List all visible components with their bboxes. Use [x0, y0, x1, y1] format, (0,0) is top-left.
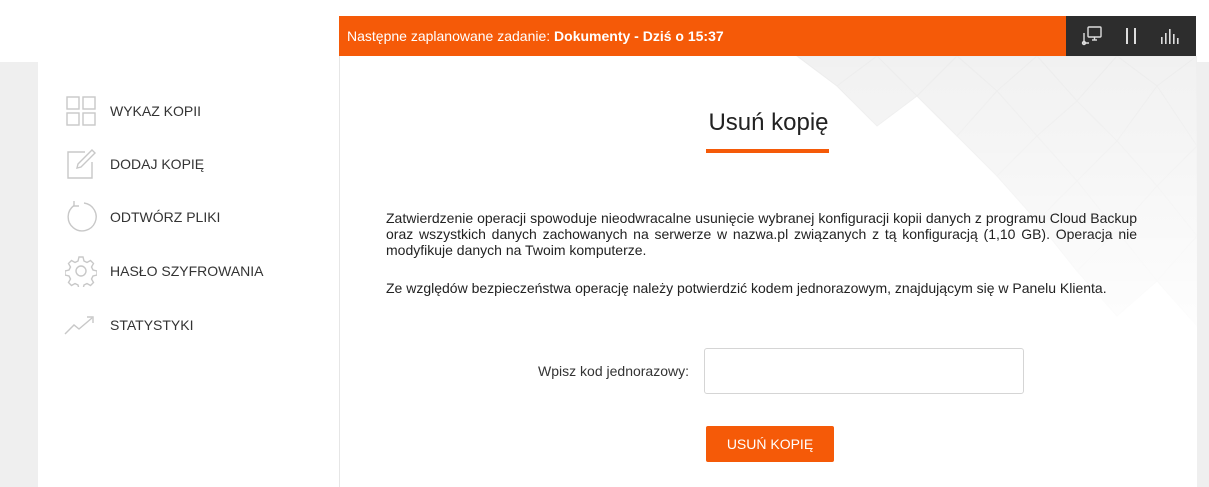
grid-icon — [64, 94, 98, 128]
edit-icon — [64, 147, 98, 181]
title-underline — [706, 149, 829, 153]
sidebar-item-label: STATYSTYKI — [110, 317, 194, 333]
trend-icon — [64, 308, 98, 342]
sidebar-item-label: WYKAZ KOPII — [110, 103, 202, 119]
gear-icon — [64, 254, 98, 288]
sidebar-item-backup-list[interactable]: WYKAZ KOPII — [64, 94, 201, 128]
next-task-message: Następne zaplanowane zadanie: Dokumenty … — [339, 28, 1066, 44]
security-paragraph: Ze względów bezpieczeństwa operację nale… — [386, 280, 1107, 296]
code-row: Wpisz kod jednorazowy: — [340, 348, 1197, 396]
sidebar-item-restore-files[interactable]: ODTWÓRZ PLIKI — [64, 200, 220, 234]
code-label: Wpisz kod jednorazowy: — [538, 363, 689, 379]
sidebar-item-add-backup[interactable]: DODAJ KOPIĘ — [64, 147, 204, 181]
next-task-prefix: Następne zaplanowane zadanie: — [347, 28, 555, 44]
next-task-name: Dokumenty - Dziś o 15:37 — [554, 28, 724, 44]
network-computer-icon[interactable] — [1079, 23, 1105, 49]
toolbar — [1066, 16, 1196, 56]
right-background-band — [1196, 62, 1209, 487]
main-panel: Usuń kopię Zatwierdzenie operacji spowod… — [339, 56, 1197, 487]
sidebar-item-label: ODTWÓRZ PLIKI — [110, 209, 221, 225]
sidebar-item-label: HASŁO SZYFROWANIA — [110, 263, 264, 279]
sidebar: WYKAZ KOPII DODAJ KOPIĘ ODTWÓRZ PLIKI HA… — [38, 62, 338, 487]
bar-chart-icon[interactable] — [1157, 23, 1183, 49]
background-pattern — [677, 56, 1197, 356]
left-background-band — [0, 62, 39, 487]
page-title: Usuń kopię — [708, 109, 829, 136]
pause-icon[interactable] — [1118, 23, 1144, 49]
sidebar-item-label: DODAJ KOPIĘ — [110, 156, 205, 172]
sidebar-item-encryption-password[interactable]: HASŁO SZYFROWANIA — [64, 254, 264, 288]
restore-icon — [64, 200, 98, 234]
status-bar: Następne zaplanowane zadanie: Dokumenty … — [339, 16, 1196, 56]
sidebar-item-statistics[interactable]: STATYSTYKI — [64, 308, 194, 342]
warning-paragraph: Zatwierdzenie operacji spowoduje nieodwr… — [386, 210, 1137, 258]
delete-backup-button[interactable]: USUŃ KOPIĘ — [706, 426, 834, 462]
one-time-code-input[interactable] — [704, 348, 1024, 394]
